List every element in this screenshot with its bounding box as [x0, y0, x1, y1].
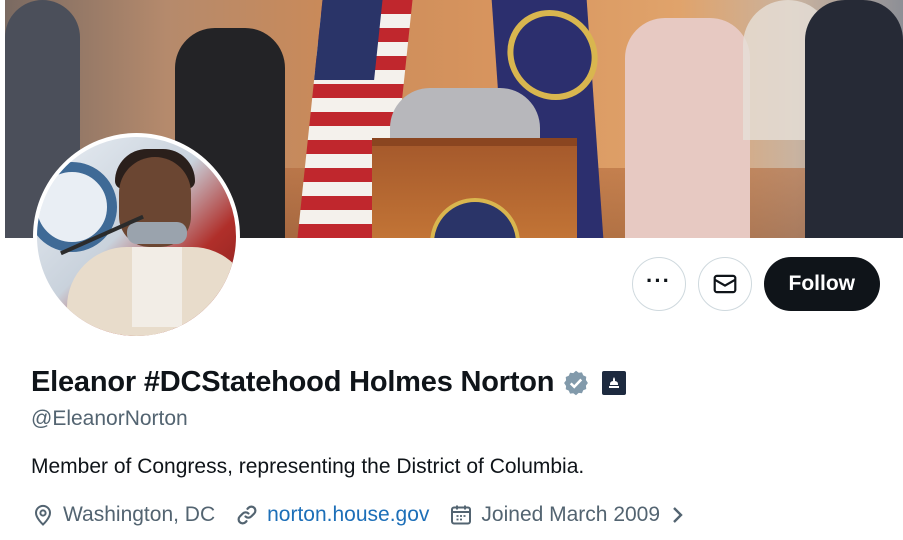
profile-bio: Member of Congress, representing the Dis…: [31, 455, 585, 478]
location-item: Washington, DC: [31, 503, 215, 527]
website-link[interactable]: norton.house.gov: [267, 503, 429, 527]
follow-button[interactable]: Follow: [763, 257, 880, 311]
profile-name: Eleanor #DCStatehood Holmes Norton: [31, 366, 555, 398]
profile-actions: ··· Follow: [631, 257, 880, 311]
joined-text: Joined March 2009: [481, 503, 661, 526]
chevron-right-icon[interactable]: [668, 503, 688, 527]
banner-podium: [372, 138, 577, 238]
banner-person: [625, 18, 750, 238]
profile-meta: Washington, DC norton.house.gov Joined M…: [31, 503, 688, 527]
profile-handle: @EleanorNorton: [31, 407, 188, 430]
more-options-button[interactable]: ···: [631, 257, 686, 311]
message-button[interactable]: [697, 257, 752, 311]
profile-avatar[interactable]: [33, 133, 240, 340]
follow-label: Follow: [788, 272, 856, 295]
more-horizontal-icon: ···: [646, 268, 671, 293]
profile-name-row: Eleanor #DCStatehood Holmes Norton: [31, 366, 627, 399]
link-icon: [237, 505, 257, 525]
joined-item: Joined March 2009: [449, 503, 660, 527]
house-seal: [430, 198, 520, 238]
location-text: Washington, DC: [63, 503, 216, 526]
website-item: norton.house.gov: [235, 503, 429, 527]
banner-person: [805, 0, 903, 238]
envelope-icon: [713, 274, 736, 294]
map-pin-icon: [34, 504, 52, 526]
verified-badge-icon[interactable]: [562, 369, 590, 397]
calendar-icon: [451, 505, 472, 525]
capitol-icon[interactable]: [602, 370, 627, 395]
